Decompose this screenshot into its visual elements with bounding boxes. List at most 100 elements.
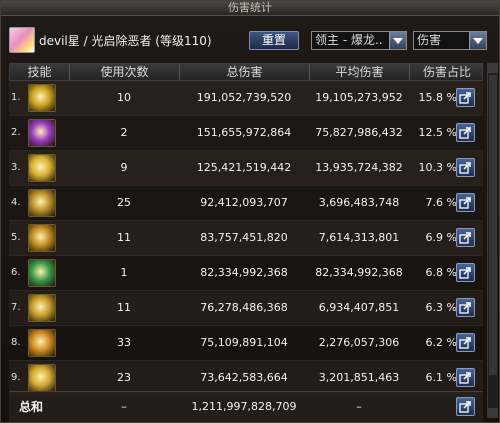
- col-count-header: 使用次数: [70, 64, 180, 80]
- share-icon[interactable]: [456, 298, 475, 317]
- total-damage: 125,421,519,442: [196, 161, 292, 174]
- damage-share: 12.5 %: [418, 126, 457, 139]
- table-row: 2. 2 151,655,972,864 75,827,986,432 12.5 %: [9, 116, 483, 151]
- damage-share: 6.8 %: [425, 266, 457, 279]
- holy-crown-skill-icon: [28, 294, 56, 322]
- use-count: 10: [117, 91, 131, 104]
- total-damage: 191,052,739,520: [196, 91, 292, 104]
- row-rank: 8.: [11, 337, 21, 348]
- table-row: 4. 25 92,412,093,707 3,696,483,748 7.6 %: [9, 186, 483, 221]
- share-icon[interactable]: [456, 228, 475, 247]
- crescent-slash-skill-icon: [28, 364, 56, 392]
- summary-count: –: [121, 400, 127, 413]
- damage-stats-window: 伤害统计 devil星 / 光启除恶者 (等级110) 重置 领主 - 爆龙..…: [0, 0, 500, 423]
- use-count: 33: [117, 336, 131, 349]
- chevron-down-icon[interactable]: [469, 32, 486, 49]
- row-rank: 6.: [11, 267, 21, 278]
- stat-type-select-value: 伤害: [417, 33, 442, 47]
- total-damage: 75,109,891,104: [200, 336, 288, 349]
- damage-share: 10.3 %: [418, 161, 457, 174]
- use-count: 23: [117, 371, 131, 384]
- use-count: 1: [120, 266, 128, 279]
- row-rank: 5.: [11, 232, 21, 243]
- row-rank: 3.: [11, 162, 21, 173]
- use-count: 11: [117, 231, 131, 244]
- average-damage: 19,105,273,952: [315, 91, 403, 104]
- average-damage: 82,334,992,368: [315, 266, 403, 279]
- lightning-strike-skill-icon: [28, 224, 56, 252]
- col-total-header: 总伤害: [180, 64, 310, 80]
- average-damage: 7,614,313,801: [318, 231, 400, 244]
- table-row: 6. 1 82,334,992,368 82,334,992,368 6.8 %: [9, 256, 483, 291]
- use-count: 11: [117, 301, 131, 314]
- target-select[interactable]: 领主 - 爆龙..: [311, 31, 407, 50]
- total-damage: 83,757,451,820: [200, 231, 288, 244]
- damage-share: 6.1 %: [425, 371, 457, 384]
- table-row: 8. 33 75,109,891,104 2,276,057,306 6.2 %: [9, 326, 483, 361]
- damage-share: 7.6 %: [425, 196, 457, 209]
- col-avg-header: 平均伤害: [310, 64, 410, 80]
- target-select-value: 领主 - 爆龙..: [315, 33, 383, 47]
- damage-share: 6.9 %: [425, 231, 457, 244]
- row-rank: 4.: [11, 197, 21, 208]
- ground-wave-skill-icon: [28, 189, 56, 217]
- total-damage: 76,278,486,368: [200, 301, 288, 314]
- scroll-thumb[interactable]: [489, 75, 497, 375]
- average-damage: 2,276,057,306: [318, 336, 400, 349]
- average-damage: 3,696,483,748: [318, 196, 400, 209]
- row-rank: 1.: [11, 92, 21, 103]
- summary-total: 1,211,997,828,709: [191, 400, 297, 413]
- share-icon[interactable]: [456, 88, 475, 107]
- table-row: 7. 11 76,278,486,368 6,934,407,851 6.3 %: [9, 291, 483, 326]
- col-pct-header: 伤害占比: [422, 65, 471, 79]
- share-icon[interactable]: [456, 333, 475, 352]
- purple-burst-skill-icon: [28, 119, 56, 147]
- share-icon[interactable]: [456, 123, 475, 142]
- table-body: 1. 10 191,052,739,520 19,105,273,952 15.8 % 2…: [9, 81, 483, 396]
- scrollbar[interactable]: [487, 63, 498, 418]
- reset-button[interactable]: 重置: [249, 31, 299, 50]
- average-damage: 75,827,986,432: [315, 126, 403, 139]
- damage-share: 6.2 %: [425, 336, 457, 349]
- total-damage: 151,655,972,864: [196, 126, 292, 139]
- damage-share: 6.3 %: [425, 301, 457, 314]
- summary-row: 总和 – 1,211,997,828,709 –: [9, 391, 483, 422]
- share-icon[interactable]: [456, 263, 475, 282]
- chevron-down-icon[interactable]: [389, 32, 406, 49]
- average-damage: 3,201,851,463: [318, 371, 400, 384]
- row-rank: 7.: [11, 302, 21, 313]
- scroll-down-button[interactable]: [488, 408, 498, 418]
- header-bar: devil星 / 光启除恶者 (等级110) 重置 领主 - 爆龙.. 伤害: [1, 15, 499, 61]
- summary-avg: –: [356, 400, 362, 413]
- total-damage: 82,334,992,368: [200, 266, 288, 279]
- share-icon[interactable]: [456, 193, 475, 212]
- use-count: 2: [120, 126, 128, 139]
- damage-share: 15.8 %: [418, 91, 457, 104]
- table-row: 3. 9 125,421,519,442 13,935,724,382 10.3 %: [9, 151, 483, 186]
- scroll-up-button[interactable]: [488, 63, 498, 73]
- col-skill-header: 技能: [10, 64, 70, 80]
- golden-slash-skill-icon: [28, 84, 56, 112]
- share-icon[interactable]: [456, 158, 475, 177]
- use-count: 9: [120, 161, 128, 174]
- damage-table: 技能 使用次数 总伤害 平均伤害 伤害占比 1. 10 191,052,739,52…: [9, 63, 483, 396]
- table-row: 1. 10 191,052,739,520 19,105,273,952 15.8 %: [9, 81, 483, 116]
- green-orb-skill-icon: [28, 259, 56, 287]
- row-rank: 2.: [11, 127, 21, 138]
- total-damage: 73,642,583,664: [200, 371, 288, 384]
- table-header: 技能 使用次数 总伤害 平均伤害 伤害占比: [9, 63, 483, 81]
- share-icon[interactable]: [456, 368, 475, 387]
- light-spark-skill-icon: [28, 154, 56, 182]
- average-damage: 13,935,724,382: [315, 161, 403, 174]
- flame-pillar-skill-icon: [28, 329, 56, 357]
- average-damage: 6,934,407,851: [318, 301, 400, 314]
- player-avatar: [9, 27, 35, 53]
- table-row: 5. 11 83,757,451,820 7,614,313,801 6.9 %: [9, 221, 483, 256]
- share-icon[interactable]: [456, 397, 475, 416]
- window-title: 伤害统计: [1, 1, 499, 16]
- row-rank: 9.: [11, 372, 21, 383]
- use-count: 25: [117, 196, 131, 209]
- stat-type-select[interactable]: 伤害: [413, 31, 487, 50]
- summary-label: 总和: [19, 400, 44, 414]
- total-damage: 92,412,093,707: [200, 196, 288, 209]
